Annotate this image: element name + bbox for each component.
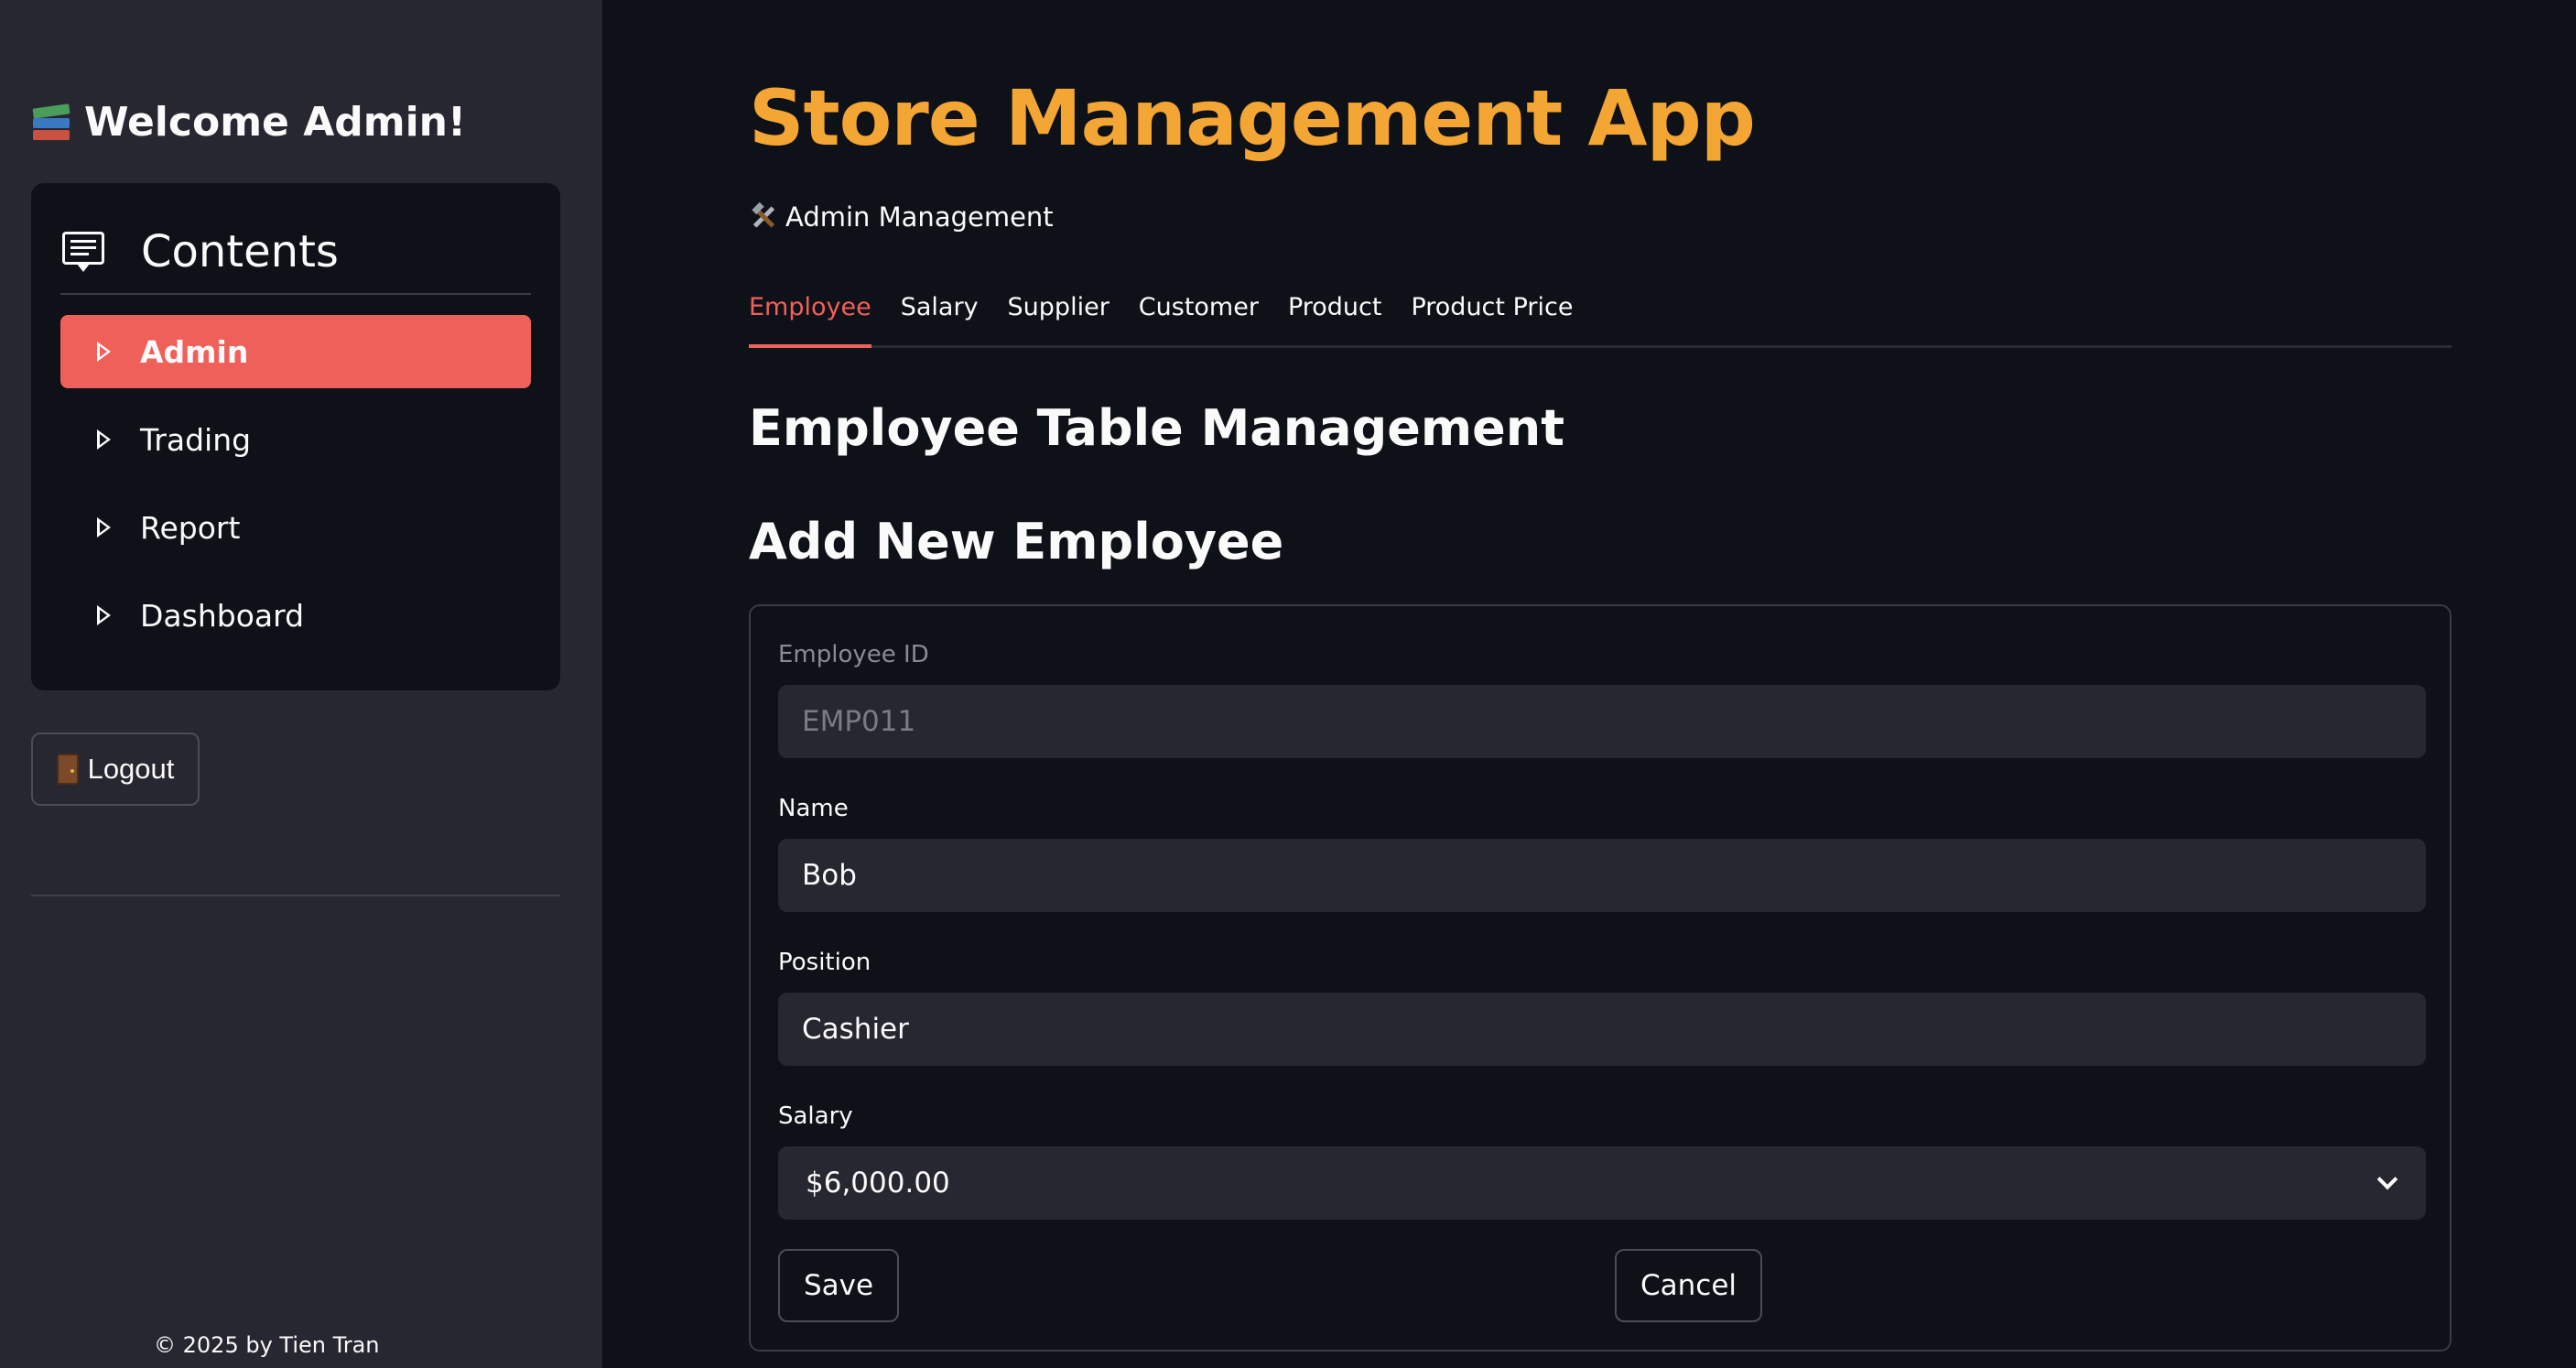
position-field[interactable]	[778, 993, 2426, 1066]
tab-product-price[interactable]: Product Price	[1411, 275, 1573, 348]
main-content: Store Management App Admin Management Em…	[602, 0, 2576, 1368]
welcome-heading: Welcome Admin!	[31, 99, 466, 146]
sidebar-item-trading[interactable]: Trading	[60, 403, 531, 476]
page-title: Store Management App	[749, 73, 1756, 163]
page-subtitle: Admin Management	[749, 201, 1054, 233]
name-field[interactable]	[778, 839, 2426, 912]
tab-customer[interactable]: Customer	[1139, 275, 1259, 348]
save-button[interactable]: Save	[778, 1249, 900, 1322]
tab-employee[interactable]: Employee	[749, 275, 871, 348]
sidebar-item-label: Trading	[140, 421, 252, 458]
play-triangle-icon	[97, 605, 111, 625]
sidebar-item-label: Admin	[140, 333, 249, 370]
app-root: Welcome Admin! Contents Admin Trading Re…	[0, 0, 2576, 1368]
books-icon	[31, 103, 71, 143]
play-triangle-icon	[97, 429, 111, 450]
play-triangle-icon	[97, 517, 111, 537]
chevron-down-icon	[2376, 1168, 2398, 1190]
add-employee-form: Employee ID Name Position Salary $6,000.…	[749, 604, 2452, 1352]
sidebar-item-dashboard[interactable]: Dashboard	[60, 579, 531, 652]
tab-salary[interactable]: Salary	[901, 275, 979, 348]
logout-label: Logout	[87, 753, 175, 785]
salary-select[interactable]: $6,000.00	[778, 1146, 2426, 1220]
tab-bar: Employee Salary Supplier Customer Produc…	[749, 275, 2452, 348]
position-label: Position	[778, 949, 871, 976]
sidebar-menu: Contents Admin Trading Report Dashboard	[31, 183, 560, 690]
employee-id-field	[778, 685, 2426, 758]
subtitle-text: Admin Management	[785, 201, 1054, 233]
salary-selected-value: $6,000.00	[806, 1167, 950, 1200]
cancel-button[interactable]: Cancel	[1615, 1249, 1763, 1322]
sidebar-item-admin[interactable]: Admin	[60, 315, 531, 388]
tools-icon	[749, 201, 778, 232]
contents-icon	[60, 230, 106, 274]
section-title: Employee Table Management	[749, 399, 1565, 457]
sidebar-divider	[31, 895, 560, 896]
sidebar-item-label: Report	[140, 509, 241, 546]
sidebar: Welcome Admin! Contents Admin Trading Re…	[0, 0, 602, 1368]
name-label: Name	[778, 795, 849, 822]
tab-product[interactable]: Product	[1288, 275, 1382, 348]
footer-copyright: © 2025 by Tien Tran	[154, 1332, 380, 1358]
sidebar-item-report[interactable]: Report	[60, 491, 531, 564]
sidebar-item-label: Dashboard	[140, 597, 305, 634]
tab-supplier[interactable]: Supplier	[1008, 275, 1109, 348]
door-icon	[56, 754, 79, 785]
menu-title: Contents	[141, 226, 339, 277]
menu-header: Contents	[60, 211, 531, 295]
welcome-text: Welcome Admin!	[84, 99, 467, 146]
form-title: Add New Employee	[749, 513, 1284, 570]
employee-id-label: Employee ID	[778, 641, 929, 668]
play-triangle-icon	[97, 342, 111, 362]
logout-button[interactable]: Logout	[31, 733, 200, 806]
salary-label: Salary	[778, 1102, 853, 1130]
